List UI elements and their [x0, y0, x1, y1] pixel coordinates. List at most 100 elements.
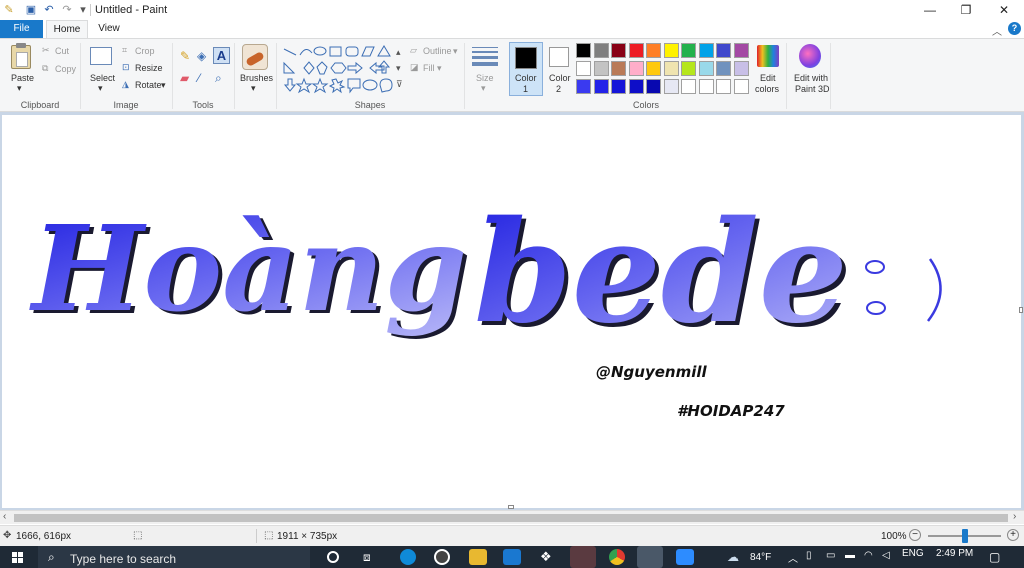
paste-icon[interactable]	[11, 43, 31, 69]
undo-icon[interactable]: ↶	[42, 3, 56, 17]
edit-colors-icon[interactable]	[757, 45, 779, 67]
palette-swatch[interactable]	[628, 79, 644, 94]
size-icon[interactable]	[472, 46, 498, 68]
file-explorer-icon[interactable]	[469, 549, 487, 565]
customize-quick-access-icon[interactable]: ▾	[76, 3, 90, 17]
mail-icon[interactable]	[503, 549, 521, 565]
paint3d-icon[interactable]	[799, 44, 821, 68]
language-indicator[interactable]: ENG	[902, 548, 924, 559]
palette-swatch[interactable]	[733, 79, 749, 94]
zoom-in-button[interactable]: +	[1007, 529, 1019, 541]
copy-icon[interactable]: ⧉	[42, 63, 48, 74]
crop-label[interactable]: Crop	[135, 46, 155, 56]
edit-paint3d-label-1[interactable]: Edit with	[794, 73, 828, 83]
palette-swatch[interactable]	[593, 79, 609, 94]
palette-swatch[interactable]	[663, 61, 679, 76]
select-icon[interactable]	[90, 47, 112, 65]
fill-label[interactable]: Fill	[423, 63, 435, 73]
task-view-icon[interactable]: ⧈	[363, 550, 371, 565]
rotate-label[interactable]: Rotate	[135, 80, 162, 90]
tray-icon-2[interactable]: ▭	[826, 550, 835, 561]
close-button[interactable]: ✕	[986, 0, 1022, 20]
drawing-canvas[interactable]: Hoàng Hoàng bede bede @Nguyenmill #HOIDA…	[2, 115, 1021, 508]
text-tool-icon[interactable]: A	[213, 47, 230, 64]
cut-icon[interactable]: ✂	[42, 45, 50, 56]
wifi-icon[interactable]: ◠	[864, 550, 873, 561]
windows-start-icon[interactable]	[12, 552, 24, 564]
notifications-icon[interactable]: ▢	[989, 550, 1000, 564]
taskbar-search-box[interactable]: ⌕ Type here to search	[38, 546, 310, 568]
minimize-ribbon-icon[interactable]: ︿	[992, 23, 1002, 38]
outline-dropdown-icon[interactable]: ▾	[453, 46, 458, 57]
edit-paint3d-label-2[interactable]: Paint 3D	[795, 84, 830, 94]
volume-icon[interactable]: ◁	[882, 550, 890, 561]
resize-label[interactable]: Resize	[135, 63, 163, 73]
search-placeholder[interactable]: Type here to search	[70, 552, 176, 566]
palette-swatch[interactable]	[698, 61, 714, 76]
eraser-icon[interactable]: ▰	[180, 71, 189, 85]
palette-swatch[interactable]	[716, 43, 731, 58]
color-picker-icon[interactable]: ⁄	[198, 71, 200, 85]
palette-swatch[interactable]	[698, 79, 714, 94]
fill-icon[interactable]: ◪	[410, 62, 419, 73]
redo-icon[interactable]: ↷	[60, 3, 74, 17]
color2-swatch[interactable]	[549, 47, 569, 67]
weather-icon[interactable]: ☁	[727, 550, 739, 564]
shapes-scroll-up-icon[interactable]: ▴	[396, 47, 401, 58]
clock-time[interactable]: 2:49 PM	[936, 548, 973, 559]
chrome-icon[interactable]	[609, 549, 625, 565]
palette-swatch[interactable]	[663, 79, 679, 94]
palette-swatch[interactable]	[576, 61, 591, 76]
fill-dropdown-icon[interactable]: ▾	[437, 63, 442, 74]
paste-label[interactable]: Paste	[11, 73, 34, 83]
color2-label[interactable]: Color	[549, 73, 571, 83]
palette-swatch[interactable]	[628, 43, 644, 58]
pencil-icon[interactable]: ✎	[180, 49, 190, 63]
scrollbar-thumb[interactable]	[14, 514, 1008, 522]
size-dropdown-icon[interactable]: ▾	[481, 83, 486, 94]
palette-swatch[interactable]	[646, 61, 661, 76]
tray-icon-1[interactable]: ▯	[806, 550, 812, 561]
copy-label[interactable]: Copy	[55, 64, 76, 74]
rotate-dropdown-icon[interactable]: ▾	[161, 80, 166, 91]
zoom-app-icon[interactable]	[676, 549, 694, 565]
zoom-out-button[interactable]: −	[909, 529, 921, 541]
outline-icon[interactable]: ▱	[410, 45, 417, 56]
palette-swatch[interactable]	[716, 79, 731, 94]
horizontal-scrollbar[interactable]: ‹ ›	[0, 510, 1024, 524]
brushes-dropdown-icon[interactable]: ▾	[251, 83, 256, 94]
palette-swatch[interactable]	[611, 43, 626, 58]
palette-swatch[interactable]	[611, 61, 626, 76]
zalo-icon[interactable]	[570, 546, 596, 568]
canvas-resize-handle-right[interactable]	[1019, 307, 1023, 313]
shapes-scroll-down-icon[interactable]: ▾	[396, 63, 401, 74]
palette-swatch[interactable]	[576, 43, 591, 58]
palette-swatch[interactable]	[681, 79, 696, 94]
app-icon-1[interactable]	[434, 549, 450, 565]
tab-view[interactable]: View	[92, 20, 126, 38]
palette-swatch[interactable]	[646, 43, 661, 58]
fill-bucket-icon[interactable]: ◈	[197, 49, 206, 63]
palette-swatch[interactable]	[628, 61, 644, 76]
cut-label[interactable]: Cut	[55, 46, 69, 56]
palette-swatch[interactable]	[593, 61, 609, 76]
tab-file[interactable]: File	[0, 20, 43, 38]
zoom-slider-thumb[interactable]	[962, 529, 968, 543]
shapes-gallery[interactable]	[282, 45, 394, 95]
resize-icon[interactable]: ⊡	[122, 62, 130, 73]
rotate-icon[interactable]: ◮	[122, 79, 129, 90]
scroll-right-icon[interactable]: ›	[1013, 511, 1016, 522]
restore-button[interactable]: ❐	[948, 0, 984, 20]
brushes-label[interactable]: Brushes	[240, 73, 273, 83]
help-icon[interactable]: ?	[1008, 22, 1021, 35]
select-label[interactable]: Select	[90, 73, 115, 83]
tab-home[interactable]: Home	[46, 20, 88, 38]
palette-swatch[interactable]	[646, 79, 661, 94]
palette-swatch[interactable]	[681, 43, 696, 58]
size-label[interactable]: Size	[476, 73, 494, 83]
save-icon[interactable]: ▣	[24, 3, 38, 17]
minimize-button[interactable]: —	[912, 0, 948, 20]
brushes-icon[interactable]	[242, 44, 268, 70]
paint-taskbar-icon[interactable]	[637, 546, 663, 568]
paste-dropdown-icon[interactable]: ▾	[17, 83, 22, 94]
